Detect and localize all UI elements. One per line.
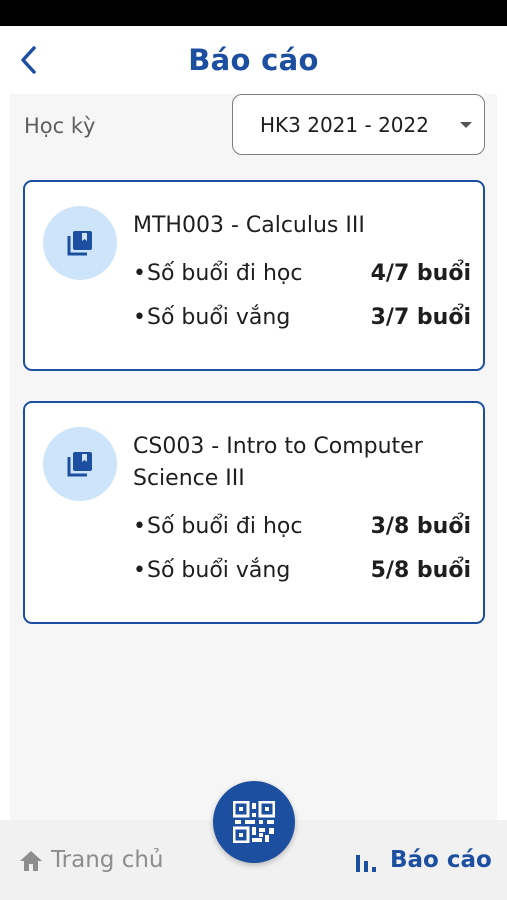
course-icon-circle	[43, 206, 117, 280]
page-title: Báo cáo	[188, 43, 319, 77]
bullet: •	[133, 261, 146, 286]
app-header: Báo cáo	[0, 26, 507, 94]
course-card[interactable]: MTH003 - Calculus III •Số buổi đi học 4/…	[23, 180, 485, 371]
nav-home-label: Trang chủ	[51, 847, 164, 873]
course-icon-circle	[43, 427, 117, 501]
attended-label-text: Số buổi đi học	[147, 514, 303, 539]
absent-label: •Số buổi vắng	[133, 302, 290, 334]
absent-value: 5/8 buổi	[370, 558, 471, 583]
nav-report-label: Báo cáo	[390, 847, 492, 873]
absent-label-text: Số buổi vắng	[147, 305, 291, 330]
attended-value: 3/8 buổi	[370, 514, 471, 539]
status-bar	[0, 0, 507, 26]
qr-scan-button[interactable]	[213, 781, 295, 863]
library-books-icon	[67, 231, 92, 256]
semester-selected-value: HK3 2021 - 2022	[260, 113, 429, 137]
attended-label-text: Số buổi đi học	[147, 261, 303, 286]
semester-label: Học kỳ	[24, 114, 96, 138]
bullet: •	[133, 558, 146, 583]
semester-dropdown[interactable]: HK3 2021 - 2022	[232, 94, 485, 155]
nav-report-tab[interactable]: Báo cáo	[354, 846, 494, 878]
library-books-icon	[67, 452, 92, 477]
absent-label: •Số buổi vắng	[133, 555, 290, 587]
attended-label: •Số buổi đi học	[133, 258, 302, 290]
absent-row: •Số buổi vắng 5/8 buổi	[133, 555, 471, 587]
attended-row: •Số buổi đi học 4/7 buổi	[133, 258, 471, 290]
dropdown-caret-icon	[460, 122, 472, 128]
qr-code-icon	[233, 801, 275, 843]
attended-row: •Số buổi đi học 3/8 buổi	[133, 511, 471, 543]
bullet: •	[133, 514, 146, 539]
attended-value: 4/7 buổi	[370, 261, 471, 286]
bullet: •	[133, 305, 146, 330]
report-content: Học kỳ HK3 2021 - 2022 MTH003 - Calculus…	[10, 94, 497, 820]
course-card[interactable]: CS003 - Intro to Computer Science III •S…	[23, 401, 485, 624]
attended-label: •Số buổi đi học	[133, 511, 302, 543]
bar-chart-icon	[356, 855, 376, 872]
absent-row: •Số buổi vắng 3/7 buổi	[133, 302, 471, 334]
course-name: CS003 - Intro to Computer Science III	[133, 434, 423, 491]
absent-value: 3/7 buổi	[370, 305, 471, 330]
home-icon	[20, 851, 42, 871]
absent-label-text: Số buổi vắng	[147, 558, 291, 583]
course-name: MTH003 - Calculus III	[133, 213, 365, 238]
